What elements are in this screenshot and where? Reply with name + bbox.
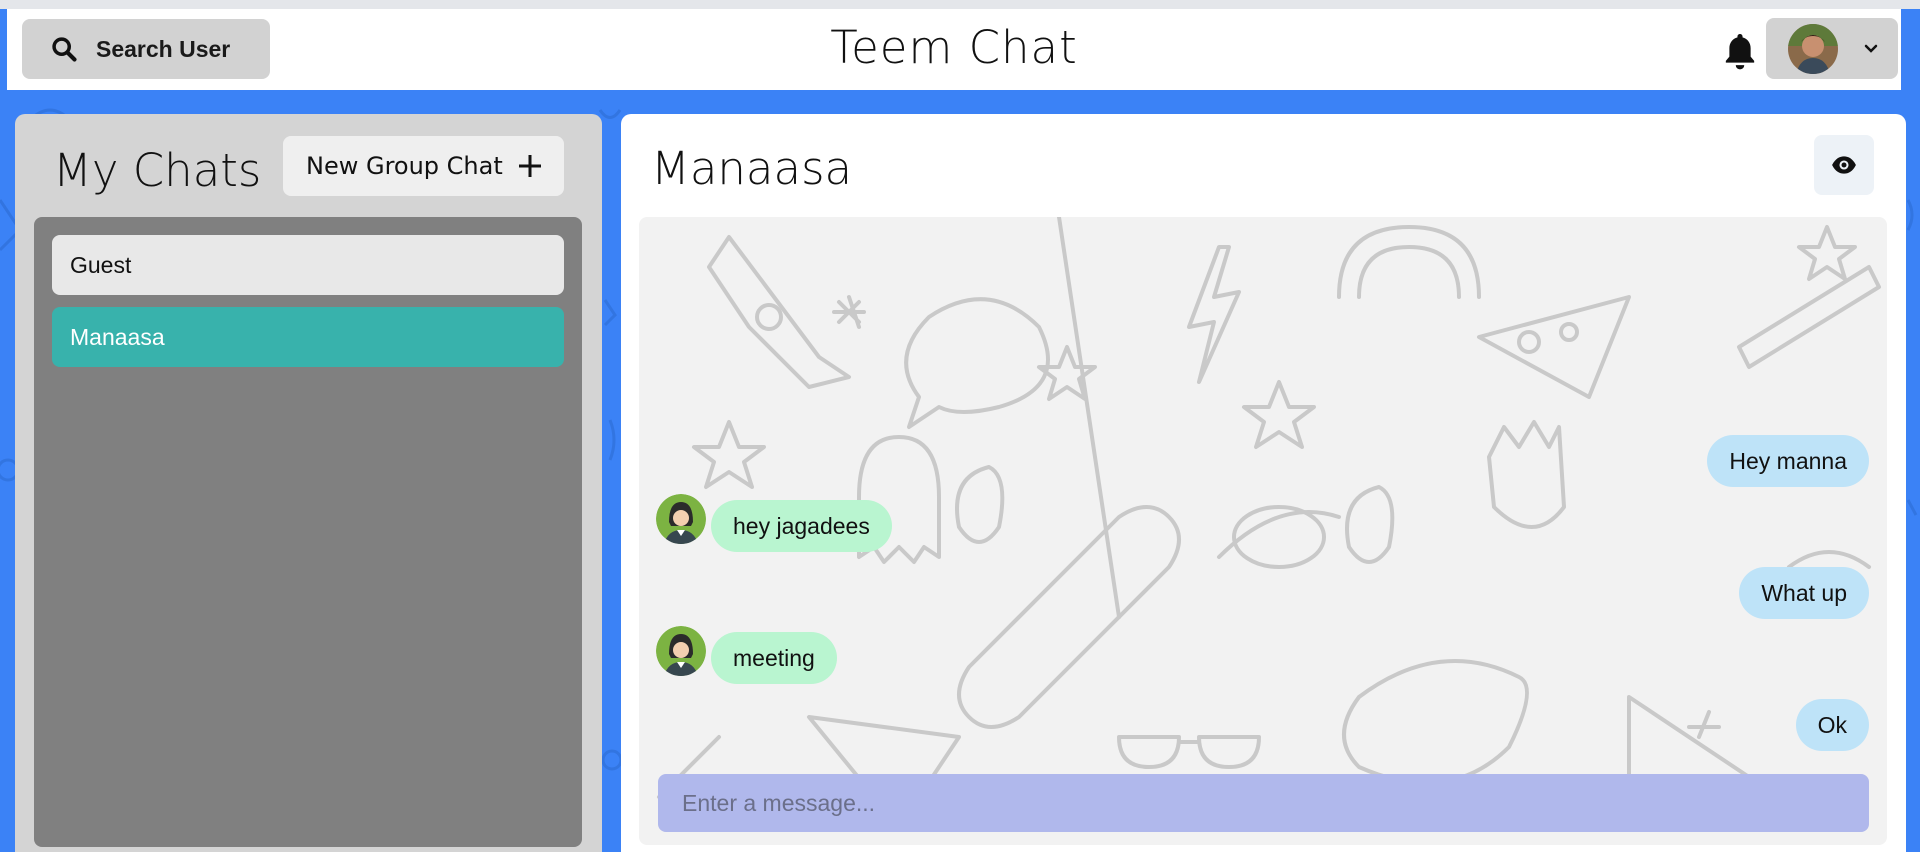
message-input[interactable] <box>658 774 1869 832</box>
chat-list: Guest Manaasa <box>34 217 582 847</box>
message-bubble-outgoing: Hey manna <box>1707 435 1869 487</box>
chat-panel: Manaasa Hey manna hey jagadees What up m… <box>621 114 1906 852</box>
chevron-down-icon <box>1864 44 1878 53</box>
chat-item-manaasa[interactable]: Manaasa <box>52 307 564 367</box>
eye-icon <box>1832 156 1856 174</box>
user-avatar <box>1788 23 1838 74</box>
message-bubble-incoming: meeting <box>711 632 837 684</box>
top-header: Search User Teem Chat <box>7 9 1901 90</box>
message-bubble-incoming: hey jagadees <box>711 500 892 552</box>
view-profile-button[interactable] <box>1814 135 1874 195</box>
sender-avatar <box>656 626 706 676</box>
chat-item-label: Manaasa <box>70 323 165 350</box>
chat-item-label: Guest <box>70 251 132 278</box>
app-title: Teem Chat <box>830 21 1078 74</box>
message-text: Hey manna <box>1729 447 1847 474</box>
my-chats-panel: My Chats New Group Chat Guest Manaasa <box>15 114 602 852</box>
bell-icon[interactable] <box>1723 31 1757 71</box>
top-strip <box>0 0 1920 9</box>
message-text: hey jagadees <box>733 512 870 539</box>
messages-area[interactable]: Hey manna hey jagadees What up meeting O… <box>639 217 1887 845</box>
message-bubble-outgoing: Ok <box>1795 699 1869 751</box>
my-chats-title: My Chats <box>53 144 262 197</box>
chat-title: Manaasa <box>651 142 853 195</box>
sender-avatar <box>656 494 706 544</box>
chat-item-guest[interactable]: Guest <box>52 235 564 295</box>
message-text: Ok <box>1817 711 1847 738</box>
new-group-chat-label: New Group Chat <box>306 152 503 180</box>
message-text: meeting <box>733 644 815 671</box>
profile-menu-button[interactable] <box>1766 18 1898 79</box>
message-bubble-outgoing: What up <box>1739 567 1869 619</box>
plus-icon <box>518 155 541 177</box>
message-text: What up <box>1761 579 1847 606</box>
new-group-chat-button[interactable]: New Group Chat <box>283 136 564 196</box>
